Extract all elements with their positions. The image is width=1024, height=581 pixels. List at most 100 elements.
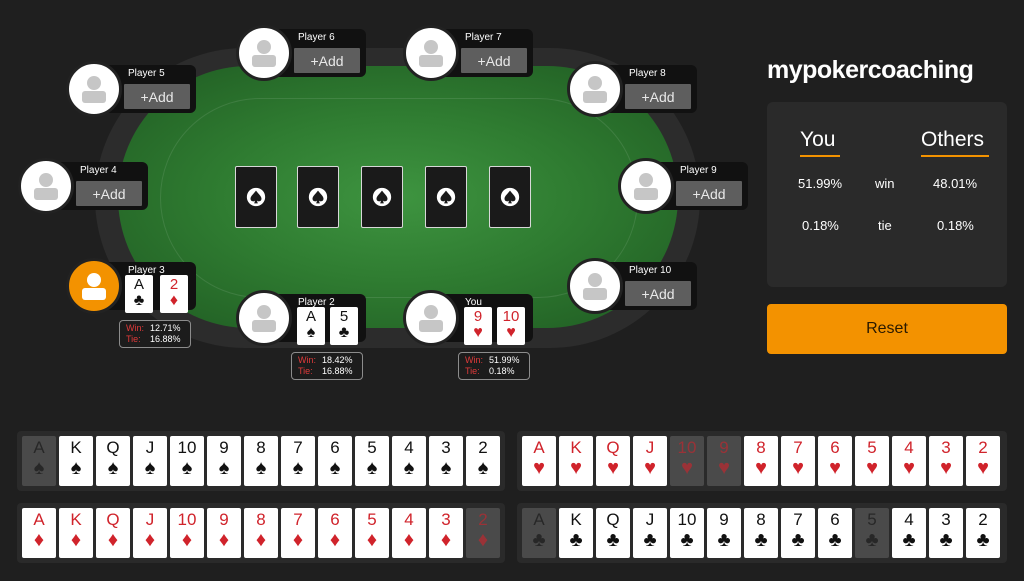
- deck-card-6-hearts[interactable]: 6 ♥: [818, 436, 852, 486]
- diamond-icon: ♦: [477, 529, 489, 551]
- add-player-button[interactable]: +Add: [625, 281, 691, 306]
- deck-card-8-hearts[interactable]: 8 ♥: [744, 436, 778, 486]
- deck-card-7-clubs[interactable]: 7 ♣: [781, 508, 815, 558]
- deck-card-10-clubs[interactable]: 10 ♣: [670, 508, 704, 558]
- deck-card-2-spades[interactable]: 2 ♠: [466, 436, 500, 486]
- card-rank: 9: [719, 510, 729, 529]
- card-rank: J: [145, 438, 155, 457]
- deck-card-7-diamonds[interactable]: 7 ♦: [281, 508, 315, 558]
- deck-card-q-hearts[interactable]: Q ♥: [596, 436, 630, 486]
- deck-card-8-clubs[interactable]: 8 ♣: [744, 508, 778, 558]
- deck-card-q-diamonds[interactable]: Q ♦: [96, 508, 130, 558]
- player-name: Player 5: [128, 68, 165, 79]
- deck-card-k-clubs[interactable]: K ♣: [559, 508, 593, 558]
- avatar[interactable]: [66, 61, 122, 117]
- deck-card-j-diamonds[interactable]: J ♦: [133, 508, 167, 558]
- deck-card-9-diamonds[interactable]: 9 ♦: [207, 508, 241, 558]
- card-rank: Q: [606, 438, 620, 457]
- diamond-icon: ♦: [292, 529, 304, 551]
- board-card-slot-5[interactable]: [489, 166, 531, 228]
- hole-card[interactable]: 10 ♥: [497, 307, 525, 345]
- card-rank: 3: [441, 438, 451, 457]
- avatar[interactable]: [18, 158, 74, 214]
- deck-card-2-clubs[interactable]: 2 ♣: [966, 508, 1000, 558]
- avatar[interactable]: [66, 258, 122, 314]
- deck-card-3-clubs[interactable]: 3 ♣: [929, 508, 963, 558]
- avatar[interactable]: [403, 290, 459, 346]
- deck-card-k-diamonds[interactable]: K ♦: [59, 508, 93, 558]
- hole-card[interactable]: 9 ♥: [464, 307, 492, 345]
- deck-card-a-diamonds[interactable]: A ♦: [22, 508, 56, 558]
- deck-card-7-spades[interactable]: 7 ♠: [281, 436, 315, 486]
- add-player-button[interactable]: +Add: [625, 84, 691, 109]
- deck-card-7-hearts[interactable]: 7 ♥: [781, 436, 815, 486]
- spade-logo-icon: [308, 187, 328, 207]
- deck-card-4-hearts[interactable]: 4 ♥: [892, 436, 926, 486]
- deck-card-4-clubs[interactable]: 4 ♣: [892, 508, 926, 558]
- deck-card-2-hearts[interactable]: 2 ♥: [966, 436, 1000, 486]
- add-player-button[interactable]: +Add: [676, 181, 742, 206]
- deck-card-a-hearts[interactable]: A ♥: [522, 436, 556, 486]
- deck-card-6-spades[interactable]: 6 ♠: [318, 436, 352, 486]
- avatar[interactable]: [567, 258, 623, 314]
- user-icon: [419, 305, 443, 332]
- heart-icon: ♥: [792, 457, 804, 479]
- deck-card-10-spades[interactable]: 10 ♠: [170, 436, 204, 486]
- deck-card-6-clubs[interactable]: 6 ♣: [818, 508, 852, 558]
- deck-card-9-hearts[interactable]: 9 ♥: [707, 436, 741, 486]
- club-icon: ♣: [606, 529, 620, 551]
- deck-card-a-clubs[interactable]: A ♣: [522, 508, 556, 558]
- hole-card[interactable]: 5 ♣: [330, 307, 358, 345]
- win-value: 18.42%: [322, 355, 353, 365]
- deck-card-q-clubs[interactable]: Q ♣: [596, 508, 630, 558]
- deck-card-8-spades[interactable]: 8 ♠: [244, 436, 278, 486]
- add-player-button[interactable]: +Add: [461, 48, 527, 73]
- deck-card-9-clubs[interactable]: 9 ♣: [707, 508, 741, 558]
- deck-card-10-diamonds[interactable]: 10 ♦: [170, 508, 204, 558]
- board-card-slot-3[interactable]: [361, 166, 403, 228]
- deck-card-5-diamonds[interactable]: 5 ♦: [355, 508, 389, 558]
- deck-card-4-diamonds[interactable]: 4 ♦: [392, 508, 426, 558]
- heart-icon: ♥: [903, 457, 915, 479]
- deck-card-10-hearts[interactable]: 10 ♥: [670, 436, 704, 486]
- spade-logo-icon: [372, 187, 392, 207]
- deck-card-3-diamonds[interactable]: 3 ♦: [429, 508, 463, 558]
- player-name: Player 8: [629, 68, 666, 79]
- club-icon: ♣: [680, 529, 694, 551]
- deck-card-k-spades[interactable]: K ♠: [59, 436, 93, 486]
- card-rank: A: [33, 438, 45, 457]
- deck-card-a-spades[interactable]: A ♠: [22, 436, 56, 486]
- deck-card-q-spades[interactable]: Q ♠: [96, 436, 130, 486]
- others-win-value: 48.01%: [933, 176, 978, 191]
- avatar[interactable]: [236, 25, 292, 81]
- deck-card-4-spades[interactable]: 4 ♠: [392, 436, 426, 486]
- avatar[interactable]: [618, 158, 674, 214]
- deck-card-j-clubs[interactable]: J ♣: [633, 508, 667, 558]
- reset-button[interactable]: Reset: [767, 304, 1007, 354]
- deck-card-3-hearts[interactable]: 3 ♥: [929, 436, 963, 486]
- deck-card-2-diamonds[interactable]: 2 ♦: [466, 508, 500, 558]
- avatar[interactable]: [567, 61, 623, 117]
- deck-card-5-clubs[interactable]: 5 ♣: [855, 508, 889, 558]
- deck-card-8-diamonds[interactable]: 8 ♦: [244, 508, 278, 558]
- hole-card[interactable]: 2 ♦: [160, 275, 188, 313]
- board-card-slot-1[interactable]: [235, 166, 277, 228]
- hole-card[interactable]: A ♣: [125, 275, 153, 313]
- deck-card-9-spades[interactable]: 9 ♠: [207, 436, 241, 486]
- board-card-slot-4[interactable]: [425, 166, 467, 228]
- add-player-button[interactable]: +Add: [76, 181, 142, 206]
- deck-card-j-spades[interactable]: J ♠: [133, 436, 167, 486]
- card-rank: 9: [219, 510, 229, 529]
- avatar[interactable]: [236, 290, 292, 346]
- avatar[interactable]: [403, 25, 459, 81]
- board-card-slot-2[interactable]: [297, 166, 339, 228]
- deck-card-5-hearts[interactable]: 5 ♥: [855, 436, 889, 486]
- deck-card-6-diamonds[interactable]: 6 ♦: [318, 508, 352, 558]
- deck-card-j-hearts[interactable]: J ♥: [633, 436, 667, 486]
- deck-card-k-hearts[interactable]: K ♥: [559, 436, 593, 486]
- hole-card[interactable]: A ♠: [297, 307, 325, 345]
- deck-card-3-spades[interactable]: 3 ♠: [429, 436, 463, 486]
- add-player-button[interactable]: +Add: [294, 48, 360, 73]
- add-player-button[interactable]: +Add: [124, 84, 190, 109]
- deck-card-5-spades[interactable]: 5 ♠: [355, 436, 389, 486]
